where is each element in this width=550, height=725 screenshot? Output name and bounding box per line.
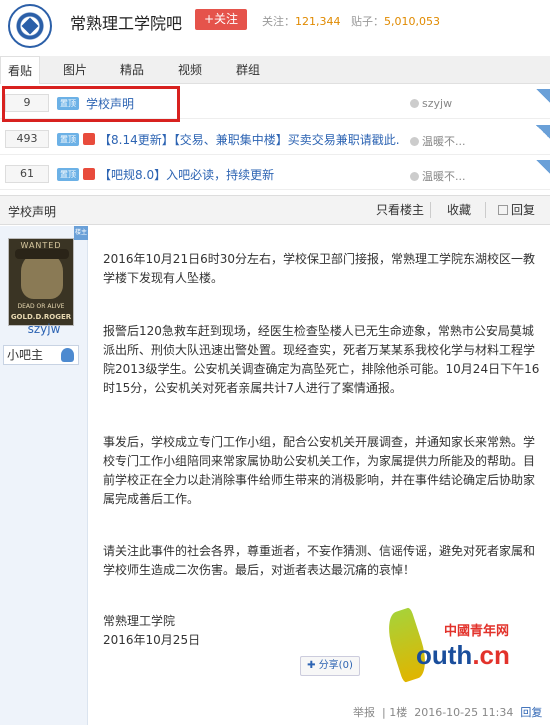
reply-label: 回复 (511, 203, 536, 217)
thread-row[interactable]: 61 置顶 【吧规8.0】入吧必读，持续更新 温暖不... (0, 160, 550, 190)
role-label: 小吧主 (7, 348, 44, 362)
reply-button[interactable]: 回复 (498, 200, 535, 220)
reply-count: 61 (5, 165, 49, 183)
thread-title[interactable]: 【8.14更新】【交易、兼职集中楼】买卖交易兼职请戳此... (99, 131, 399, 148)
divider (485, 202, 486, 218)
follow-count-label: 关注： (262, 15, 295, 28)
gift-icon (83, 133, 95, 145)
forum-name[interactable]: 常熟理工学院吧 (70, 10, 182, 34)
forum-logo (8, 4, 52, 48)
post-paragraph: 2016年10月21日6时30分左右，学校保卫部门接报，常熟理工学院东湖校区一教… (103, 252, 535, 285)
posts-count-label: 贴子： (351, 15, 384, 28)
thread-author-name: 温暖不... (422, 135, 466, 148)
post-paragraph: 请关注此事件的社会各界，尊重逝者，不妄作猜测、信谣传谣，避免对死者家属和学校师生… (103, 544, 536, 577)
follow-count: 121,344 (295, 15, 341, 28)
watermark-domain-tld: .cn (472, 640, 510, 670)
user-icon (410, 172, 419, 181)
reply-icon (498, 205, 508, 215)
close-corner-icon[interactable] (536, 125, 550, 139)
divider (430, 202, 431, 218)
close-corner-icon[interactable] (536, 160, 550, 174)
post-timestamp: 2016-10-25 11:34 (414, 706, 514, 719)
share-button[interactable]: ✚ 分享(0) (300, 656, 360, 676)
favorite-button[interactable]: 收藏 (447, 200, 471, 220)
post-title: 学校声明 (8, 205, 57, 219)
thread-title[interactable]: 【吧规8.0】入吧必读，持续更新 (99, 166, 399, 183)
tab-featured[interactable]: 精品 (112, 56, 152, 84)
thread-author[interactable]: 温暖不... (410, 133, 466, 149)
share-label: 分享(0) (318, 660, 353, 671)
author-name[interactable]: szyjw (0, 322, 88, 336)
watermark-domain: outh.cn (416, 640, 510, 671)
follow-button[interactable]: +关注 (195, 9, 248, 30)
watermark-logo: 中國青年网 outh.cn (381, 607, 542, 683)
forum-tabs: 看贴 图片 精品 视频 群组 (0, 56, 550, 84)
only-op-button[interactable]: 只看楼主 (376, 200, 424, 220)
tab-images[interactable]: 图片 (55, 56, 95, 84)
footer-reply-link[interactable]: 回复 (520, 706, 542, 719)
forum-stats: 关注：121,344 贴子：5,010,053 (262, 13, 440, 29)
thread-row[interactable]: 493 置顶 【8.14更新】【交易、兼职集中楼】买卖交易兼职请戳此... 温暖… (0, 125, 550, 155)
pinned-badge: 置顶 (57, 133, 79, 146)
post-toolbar: 学校声明 只看楼主 收藏 回复 (0, 195, 550, 225)
avatar-caption-mid: DEAD OR ALIVE (17, 303, 65, 310)
avatar-caption-bottom: GOLD.D.ROGER (10, 313, 72, 321)
pinned-badge: 置顶 (57, 168, 79, 181)
author-role-badge: 小吧主 (3, 345, 79, 365)
user-icon (410, 99, 419, 108)
report-link[interactable]: 举报 (353, 706, 375, 719)
posts-count: 5,010,053 (384, 15, 440, 28)
tab-view-posts[interactable]: 看贴 (0, 56, 40, 84)
avatar-hat (15, 249, 69, 259)
close-corner-icon[interactable] (536, 89, 550, 103)
moderator-icon (61, 348, 74, 362)
tab-groups[interactable]: 群组 (228, 56, 268, 84)
watermark-brand: 中國青年网 (444, 624, 510, 639)
post-paragraph: 事发后，学校成立专门工作小组，配合公安机关开展调查，并通知家长来常熟。学校专门工… (103, 435, 536, 506)
post-paragraph: 报警后120急救车赶到现场，经医生检查坠楼人已无生命迹象，常熟市公安局莫城派出所… (103, 324, 540, 395)
highlight-box (2, 86, 180, 122)
forum-header: 常熟理工学院吧 +关注 关注：121,344 贴子：5,010,053 (0, 0, 550, 50)
watermark-domain-main: outh (416, 640, 473, 670)
user-icon (410, 137, 419, 146)
avatar-face (21, 253, 63, 299)
thread-author[interactable]: szyjw (410, 97, 452, 110)
gift-icon (83, 168, 95, 180)
thread-author-name: 温暖不... (422, 170, 466, 183)
floor-number: 1楼 (389, 706, 408, 719)
thread-author-name: szyjw (422, 97, 453, 110)
thread-author[interactable]: 温暖不... (410, 168, 466, 184)
reply-count: 493 (5, 130, 49, 148)
post-footer: 举报 | 1楼 2016-10-25 11:34 回复 (353, 706, 543, 719)
tab-videos[interactable]: 视频 (170, 56, 210, 84)
op-tag: 楼主 (74, 226, 88, 240)
share-icon: ✚ (307, 660, 319, 671)
avatar[interactable]: WANTED DEAD OR ALIVE GOLD.D.ROGER (8, 238, 74, 326)
